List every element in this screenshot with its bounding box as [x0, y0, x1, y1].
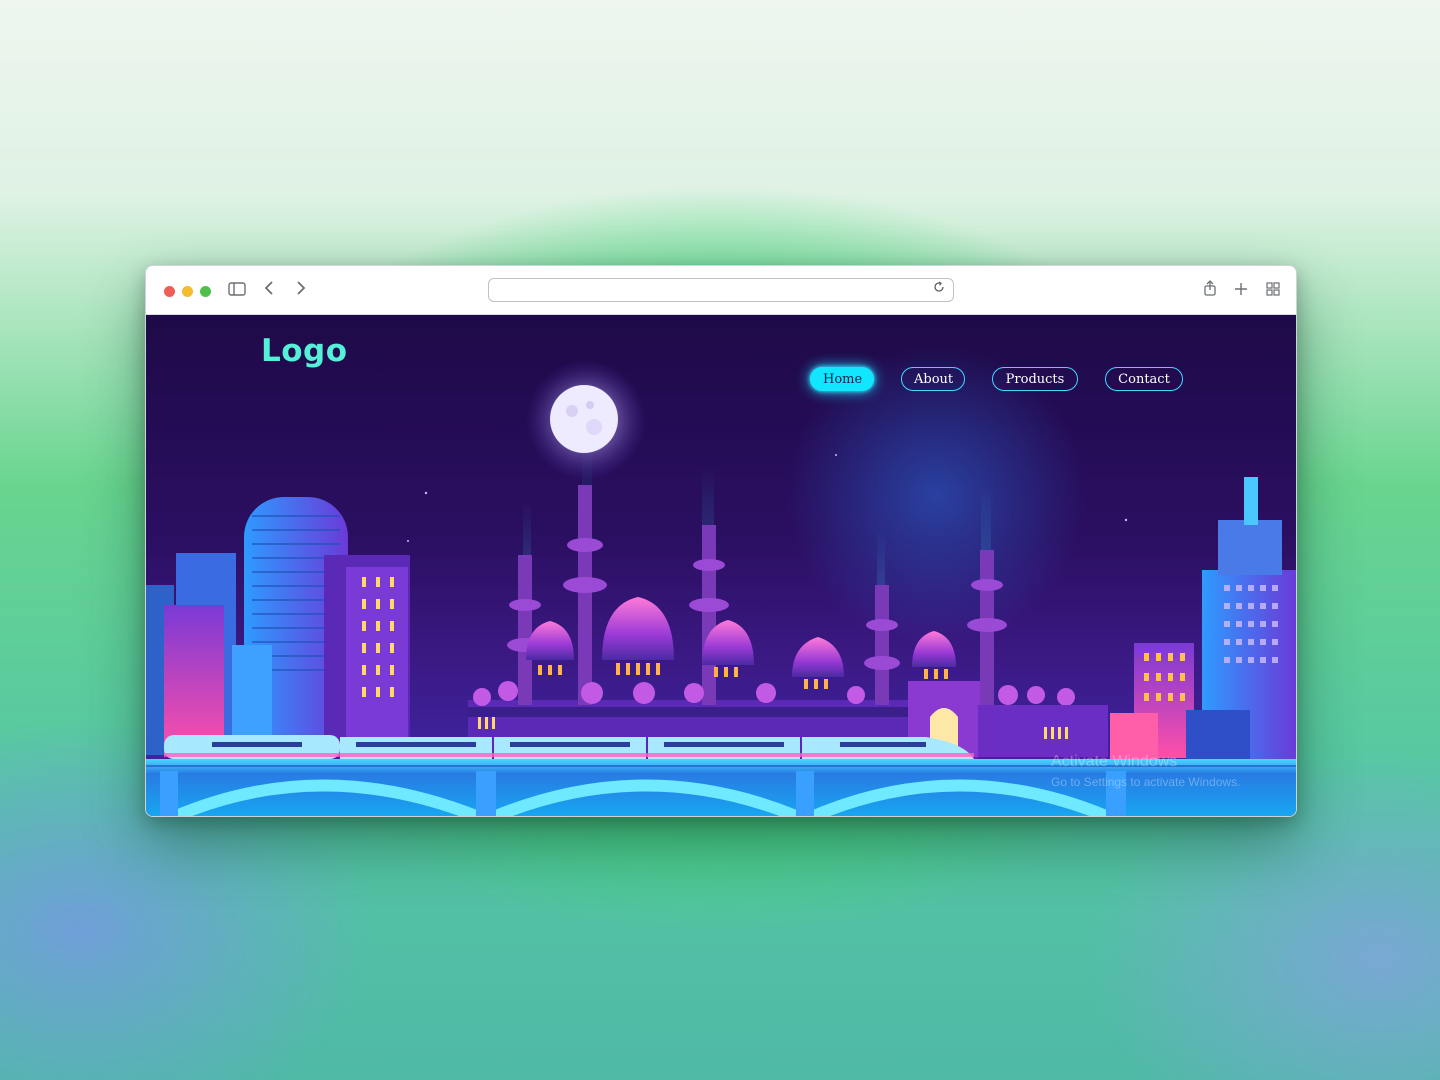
nav-about[interactable]: About: [901, 367, 965, 391]
watermark-subtitle: Go to Settings to activate Windows.: [1051, 775, 1241, 789]
browser-toolbar: [146, 266, 1296, 315]
new-tab-icon[interactable]: [1230, 280, 1252, 302]
nav-home[interactable]: Home: [810, 367, 874, 391]
train: [164, 735, 974, 759]
tab-overview-icon[interactable]: [1262, 280, 1284, 302]
sidebar-icon[interactable]: [226, 280, 248, 302]
maximize-window-button[interactable]: [200, 286, 211, 297]
activate-windows-watermark: Activate Windows Go to Settings to activ…: [1051, 753, 1240, 789]
nav-contact[interactable]: Contact: [1105, 367, 1183, 391]
forward-icon[interactable]: [290, 280, 312, 302]
watermark-title: Activate Windows: [1051, 753, 1178, 770]
minimize-window-button[interactable]: [182, 286, 193, 297]
close-window-button[interactable]: [164, 286, 175, 297]
site-logo[interactable]: Logo: [261, 333, 348, 369]
nav-products[interactable]: Products: [992, 367, 1078, 391]
browser-window: Logo Home About Products Contact Activat…: [145, 265, 1297, 817]
back-icon[interactable]: [258, 280, 280, 302]
share-icon[interactable]: [1199, 280, 1221, 302]
moon: [550, 385, 618, 453]
address-bar[interactable]: [488, 278, 954, 302]
reload-icon[interactable]: [931, 281, 947, 297]
web-page: Logo Home About Products Contact Activat…: [146, 315, 1296, 816]
